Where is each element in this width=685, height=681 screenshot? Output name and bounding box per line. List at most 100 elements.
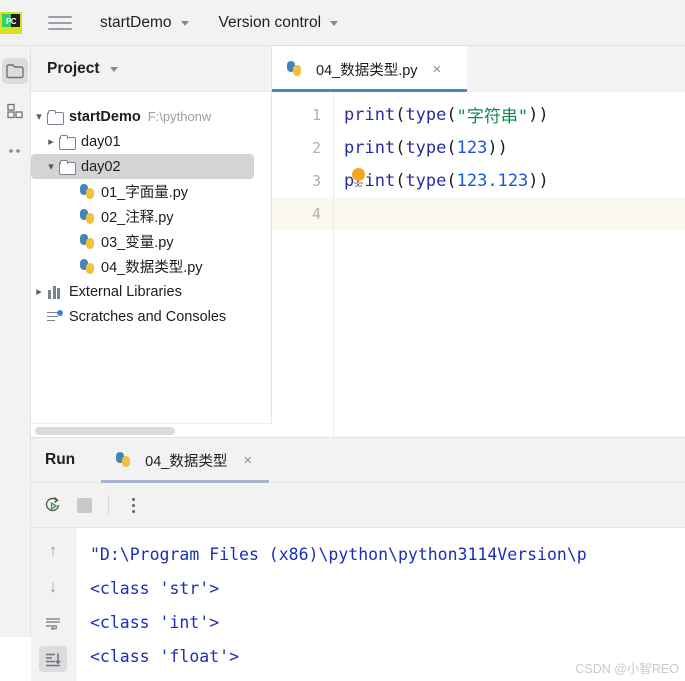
- tree-item-label: 02_注释.py: [101, 210, 174, 226]
- spacer-icon: ▸: [31, 310, 47, 323]
- active-tab-underline: [101, 480, 270, 483]
- tree-item-file[interactable]: 01_字面量.py: [31, 179, 271, 204]
- tree-item-label: day02: [81, 158, 121, 175]
- folder-icon: [59, 135, 76, 150]
- code-line[interactable]: print(type(123)): [334, 131, 685, 164]
- console-output-area: ↑ ↓ "D:\Program Files (x86)\python\pytho…: [31, 528, 685, 681]
- project-folder-icon[interactable]: [2, 58, 28, 84]
- hamburger-icon[interactable]: [46, 9, 74, 37]
- line-number: 3: [311, 171, 321, 190]
- console-side-toolbar: ↑ ↓: [31, 528, 76, 681]
- run-tab-active[interactable]: 04_数据类型 ×: [101, 437, 270, 483]
- project-tree: ▾ startDemo F:\pythonw ▸ day01 ▾ day02 0…: [31, 92, 271, 424]
- code-token: )): [487, 137, 508, 158]
- editor-area: 04_数据类型.py × 1 2 3 4 print(type("字符串")) …: [272, 46, 685, 437]
- python-file-icon: [115, 452, 132, 468]
- code-token: "字符串": [456, 107, 529, 127]
- version-control-label: Version control: [218, 13, 322, 31]
- code-token: print: [344, 104, 396, 125]
- soft-wrap-icon[interactable]: [39, 610, 67, 636]
- tree-item-scratches[interactable]: ▸ Scratches and Consoles: [31, 304, 271, 329]
- chevron-down-icon[interactable]: [109, 67, 118, 72]
- pycharm-logo-text: PC: [5, 16, 17, 26]
- tree-item-label: startDemo: [69, 108, 141, 125]
- code-token: (: [395, 104, 406, 125]
- tree-item-file[interactable]: 03_变量.py: [31, 229, 271, 254]
- code-token: (: [446, 137, 457, 158]
- code-token: )): [528, 104, 549, 125]
- project-panel-title: Project: [47, 59, 100, 77]
- chevron-down-icon[interactable]: ▾: [31, 110, 47, 123]
- tree-item-day02[interactable]: ▾ day02: [31, 154, 254, 179]
- close-icon[interactable]: ×: [433, 62, 442, 77]
- chevron-right-icon[interactable]: ▸: [43, 135, 59, 148]
- folder-icon: [47, 110, 64, 125]
- tree-item-startdemo[interactable]: ▾ startDemo F:\pythonw: [31, 104, 271, 129]
- pycharm-logo-icon: PC: [0, 11, 22, 34]
- tree-item-external-libraries[interactable]: ▸ External Libraries: [31, 279, 271, 304]
- run-panel-title: Run: [45, 451, 76, 468]
- project-selector-label: startDemo: [100, 13, 172, 31]
- run-tab-label: 04_数据类型: [145, 453, 228, 470]
- code-line[interactable]: print(type(123.123)): [334, 164, 685, 197]
- console-line: <class 'str'>: [90, 579, 220, 598]
- rerun-icon[interactable]: [43, 495, 63, 515]
- tree-item-label: day01: [81, 133, 121, 150]
- editor-gutter: 1 2 3 4: [272, 92, 334, 437]
- up-arrow-icon[interactable]: ↑: [39, 538, 67, 564]
- version-control-selector[interactable]: Version control: [219, 14, 339, 32]
- close-icon[interactable]: ×: [243, 452, 252, 469]
- more-options-icon[interactable]: [125, 497, 141, 513]
- project-horizontal-scrollbar[interactable]: [31, 423, 272, 437]
- title-bar: PC startDemo Version control: [0, 0, 685, 46]
- python-file-icon: [286, 61, 303, 77]
- code-line[interactable]: print(type("字符串")): [334, 98, 685, 131]
- code-lines[interactable]: print(type("字符串")) print(type(123)) prin…: [334, 92, 685, 437]
- chevron-right-icon[interactable]: ▸: [31, 285, 47, 298]
- tree-row-clipped: [31, 92, 271, 104]
- code-editor[interactable]: 1 2 3 4 print(type("字符串")) print(type(12…: [272, 92, 685, 437]
- run-toolbar: [31, 483, 685, 528]
- project-selector[interactable]: startDemo: [100, 14, 189, 32]
- code-token: (: [446, 170, 457, 191]
- chevron-down-icon: [330, 21, 339, 26]
- stop-icon[interactable]: [77, 497, 92, 513]
- project-panel-header: Project: [31, 46, 271, 92]
- chevron-down-icon: [180, 21, 189, 26]
- tree-item-path: F:\pythonw: [147, 109, 212, 124]
- structure-blocks-icon[interactable]: [2, 98, 28, 124]
- editor-tab-label: 04_数据类型.py: [316, 62, 418, 79]
- scratches-icon: [47, 309, 63, 324]
- run-tab-bar: Run 04_数据类型 ×: [31, 437, 685, 483]
- console-text[interactable]: "D:\Program Files (x86)\python\python311…: [76, 528, 685, 681]
- tree-item-day01[interactable]: ▸ day01: [31, 129, 271, 154]
- line-number: 1: [311, 105, 321, 124]
- code-token: (: [395, 170, 406, 191]
- console-line: "D:\Program Files (x86)\python\python311…: [90, 545, 587, 564]
- library-icon: [47, 285, 63, 299]
- toolbar-divider: [108, 495, 109, 515]
- left-tool-strip: [0, 46, 31, 637]
- tree-item-file[interactable]: 02_注释.py: [31, 204, 271, 229]
- project-tool-window: Project ▾ startDemo F:\pythonw ▸ day01 ▾…: [31, 46, 272, 437]
- more-dots-icon[interactable]: [2, 138, 28, 164]
- code-token: )): [528, 170, 549, 191]
- chevron-down-icon[interactable]: ▾: [43, 160, 59, 173]
- pycharm-window: PC startDemo Version control Project ▾ s…: [0, 0, 685, 681]
- scroll-to-end-icon[interactable]: [39, 646, 67, 672]
- tree-item-label: 04_数据类型.py: [101, 260, 203, 276]
- code-token: type: [405, 137, 447, 158]
- tree-item-label: External Libraries: [69, 283, 182, 300]
- editor-tab-active[interactable]: 04_数据类型.py ×: [272, 46, 467, 92]
- tree-item-file-active[interactable]: 04_数据类型.py: [31, 254, 271, 279]
- console-line: <class 'int'>: [90, 613, 220, 632]
- scrollbar-thumb[interactable]: [35, 427, 175, 435]
- python-file-icon: [79, 183, 96, 200]
- code-line-current[interactable]: [334, 197, 685, 230]
- code-token: type: [405, 170, 447, 191]
- editor-tab-bar: 04_数据类型.py ×: [272, 46, 685, 92]
- code-token: print: [344, 137, 396, 158]
- down-arrow-icon[interactable]: ↓: [39, 574, 67, 600]
- lightbulb-icon[interactable]: [352, 168, 365, 187]
- tree-item-label: 01_字面量.py: [101, 185, 189, 201]
